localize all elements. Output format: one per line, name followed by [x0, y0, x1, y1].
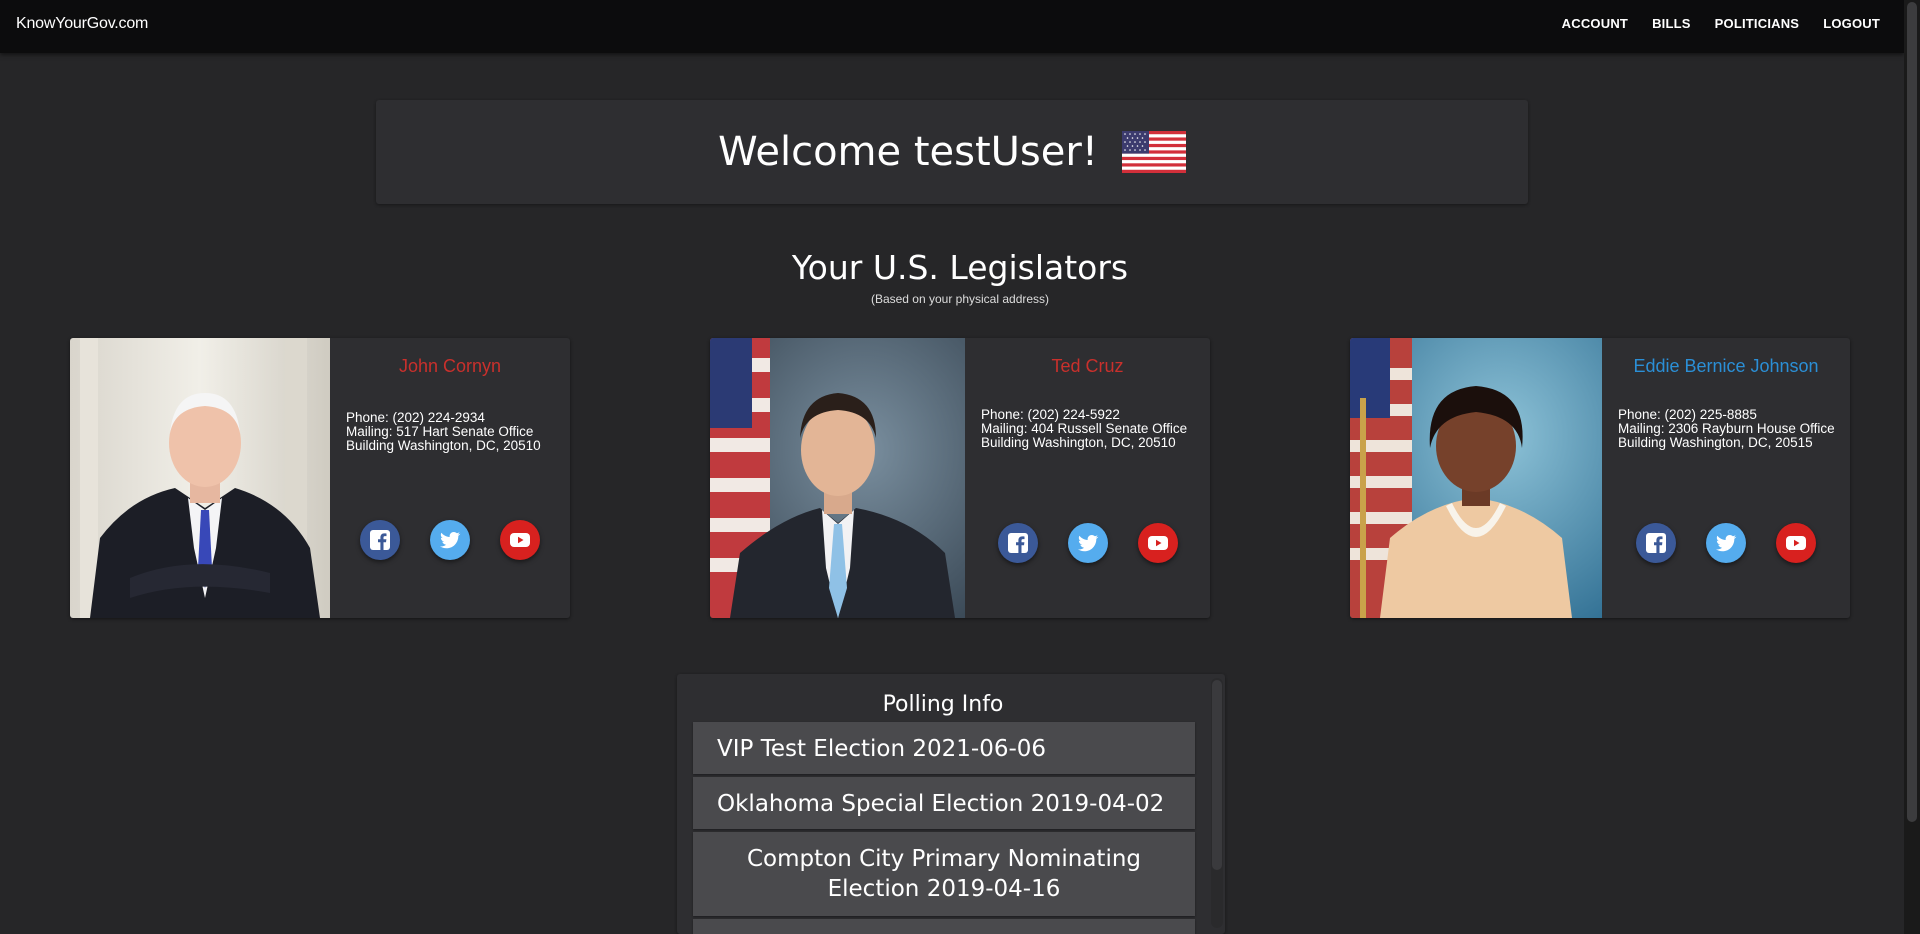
polling-scrollbar-thumb[interactable] [1212, 680, 1222, 870]
legislators-title: Your U.S. Legislators [791, 248, 1129, 287]
polling-scrollbar[interactable] [1211, 678, 1223, 928]
page-scrollbar-thumb[interactable] [1907, 2, 1917, 822]
legislator-photo [710, 338, 965, 618]
election-list-item[interactable]: Compton City Primary Nominating Election… [693, 832, 1195, 916]
legislator-card: Ted Cruz Phone: (202) 224-5922 Mailing: … [710, 338, 1210, 618]
legislator-name[interactable]: Ted Cruz [965, 356, 1210, 377]
election-list-item[interactable]: VIP Test Election 2021-06-06 [693, 722, 1195, 774]
election-list-item[interactable]: Oklahoma Special Election 2019-04-02 [693, 777, 1195, 829]
legislator-card: Eddie Bernice Johnson Phone: (202) 225-8… [1350, 338, 1850, 618]
legislator-phone: Phone: (202) 225-8885 [1618, 407, 1757, 422]
us-flag-icon [1121, 131, 1186, 173]
legislator-info: Eddie Bernice Johnson Phone: (202) 225-8… [1602, 338, 1850, 618]
facebook-icon[interactable] [360, 520, 400, 560]
twitter-icon[interactable] [1067, 523, 1108, 563]
youtube-icon[interactable] [1137, 523, 1178, 563]
top-navbar: KnowYourGov.com ACCOUNT BILLS POLITICIAN… [0, 0, 1904, 53]
facebook-icon[interactable] [1636, 523, 1676, 563]
legislator-card: John Cornyn Phone: (202) 224-2934 Mailin… [70, 338, 570, 618]
election-list-item[interactable] [693, 919, 1195, 934]
site-brand-link[interactable]: KnowYourGov.com [16, 15, 148, 33]
nav-links: ACCOUNT BILLS POLITICIANS LOGOUT [1538, 16, 1880, 31]
legislator-contact: Phone: (202) 224-5922 Mailing: 404 Russe… [981, 408, 1198, 450]
social-links [965, 523, 1210, 563]
legislator-name[interactable]: John Cornyn [330, 356, 570, 377]
nav-account-link[interactable]: ACCOUNT [1562, 16, 1628, 31]
youtube-icon[interactable] [500, 520, 540, 560]
nav-politicians-link[interactable]: POLITICIANS [1715, 16, 1800, 31]
social-links [330, 520, 570, 560]
social-links [1602, 523, 1850, 563]
facebook-icon[interactable] [997, 523, 1038, 563]
twitter-icon[interactable] [1706, 523, 1746, 563]
page-scrollbar[interactable] [1904, 0, 1920, 934]
legislator-photo [70, 338, 330, 618]
legislator-contact: Phone: (202) 225-8885 Mailing: 2306 Rayb… [1618, 408, 1838, 450]
legislator-contact: Phone: (202) 224-2934 Mailing: 517 Hart … [346, 411, 558, 453]
legislator-info: Ted Cruz Phone: (202) 224-5922 Mailing: … [965, 338, 1210, 618]
legislator-phone: Phone: (202) 224-5922 [981, 407, 1120, 422]
polling-info-panel: Polling Info VIP Test Election 2021-06-0… [677, 674, 1225, 934]
youtube-icon[interactable] [1776, 523, 1816, 563]
welcome-panel: Welcome testUser! [376, 100, 1528, 204]
legislator-mailing: Mailing: 517 Hart Senate Office Building… [346, 424, 541, 453]
legislator-mailing: Mailing: 2306 Rayburn House Office Build… [1618, 421, 1835, 450]
nav-logout-link[interactable]: LOGOUT [1823, 16, 1880, 31]
legislator-photo [1350, 338, 1602, 618]
legislator-mailing: Mailing: 404 Russell Senate Office Build… [981, 421, 1188, 450]
polling-info-title: Polling Info [882, 692, 1004, 717]
legislator-phone: Phone: (202) 224-2934 [346, 410, 485, 425]
welcome-heading: Welcome testUser! [718, 129, 1098, 175]
twitter-icon[interactable] [430, 520, 470, 560]
nav-bills-link[interactable]: BILLS [1652, 16, 1691, 31]
legislator-name[interactable]: Eddie Bernice Johnson [1602, 356, 1850, 377]
legislators-subtitle: (Based on your physical address) [870, 292, 1050, 306]
legislator-info: John Cornyn Phone: (202) 224-2934 Mailin… [330, 338, 570, 618]
